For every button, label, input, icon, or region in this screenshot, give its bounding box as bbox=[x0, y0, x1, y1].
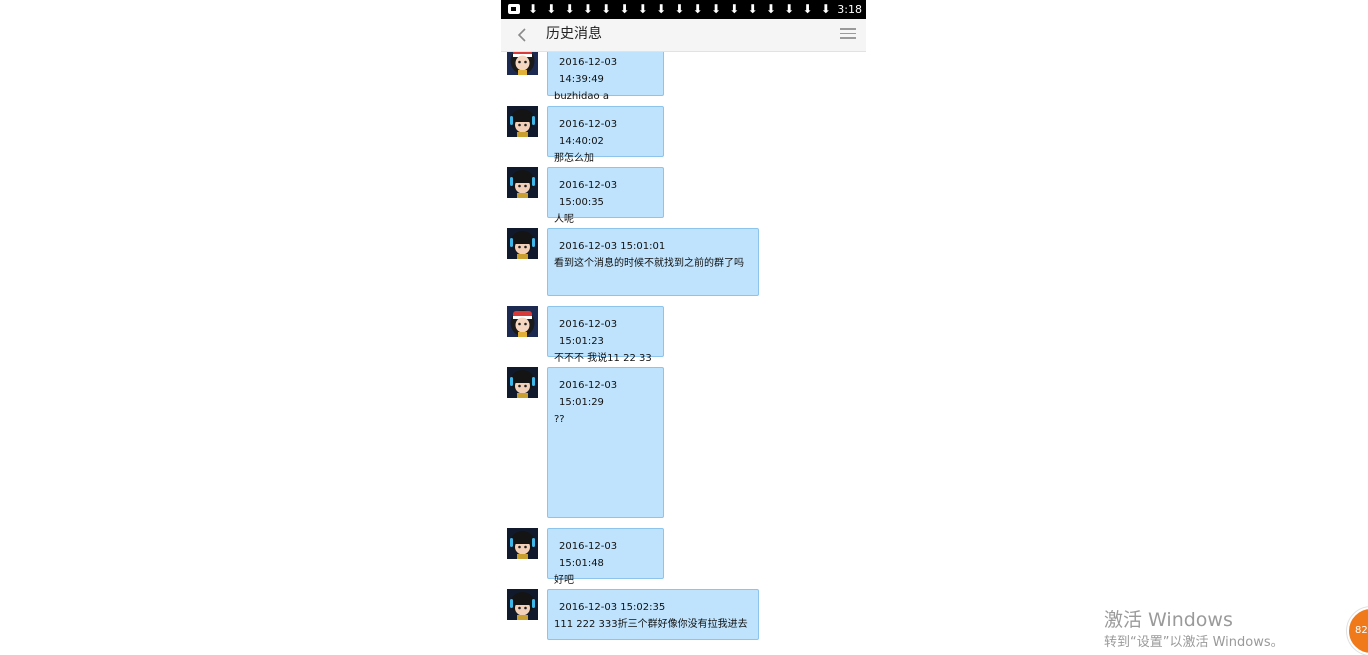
status-bar: ⬇ ⬇ ⬇ ⬇ ⬇ ⬇ ⬇ ⬇ ⬇ ⬇ ⬇ ⬇ ⬇ ⬇ ⬇ ⬇ ⬇ 3:18 bbox=[501, 0, 866, 19]
floating-badge-button[interactable]: 82 bbox=[1347, 607, 1368, 655]
message-text: ?? bbox=[554, 414, 565, 425]
message-text: 看到这个消息的时候不就找到之前的群了吗 bbox=[554, 258, 744, 269]
download-icon: ⬇ bbox=[765, 2, 776, 16]
download-icon: ⬇ bbox=[820, 2, 831, 16]
message-timestamp: 2016-12-03 15:02:35 bbox=[559, 602, 666, 613]
page-title: 历史消息 bbox=[546, 26, 602, 42]
notification-icon bbox=[508, 4, 520, 14]
message-bubble[interactable]: 2016-12-03 15:00:35 人呢 bbox=[547, 167, 664, 225]
watermark-title: 激活 Windows bbox=[1104, 609, 1233, 631]
download-icon: ⬇ bbox=[637, 2, 648, 16]
windows-activation-watermark: 激活 Windows 转到“设置”以激活 Windows。 bbox=[1104, 607, 1284, 653]
boy-avatar[interactable] bbox=[507, 228, 538, 259]
message-bubble[interactable]: 2016-12-03 15:01:23 不不不 我说11 22 33 bbox=[547, 306, 664, 364]
message-text: 不不不 我说11 22 33 bbox=[554, 353, 652, 364]
message-timestamp: 2016-12-03 15:01:01 bbox=[559, 241, 666, 252]
watermark-subtitle: 转到“设置”以激活 Windows。 bbox=[1104, 635, 1284, 650]
message-timestamp: 2016-12-03 14:40:02 bbox=[559, 119, 618, 147]
boy-avatar[interactable] bbox=[507, 528, 538, 559]
download-icon: ⬇ bbox=[747, 2, 758, 16]
boy-avatar[interactable] bbox=[507, 589, 538, 620]
download-icon: ⬇ bbox=[546, 2, 557, 16]
download-icon: ⬇ bbox=[601, 2, 612, 16]
message-timestamp: 2016-12-03 15:01:29 bbox=[559, 380, 618, 408]
boy-avatar[interactable] bbox=[507, 167, 538, 198]
download-icon: ⬇ bbox=[619, 2, 630, 16]
message-bubble[interactable]: 2016-12-03 15:02:35 111 222 333折三个群好像你没有… bbox=[547, 589, 759, 640]
message-text: 好吧 bbox=[554, 575, 574, 586]
download-icon: ⬇ bbox=[784, 2, 795, 16]
download-icon: ⬇ bbox=[527, 2, 539, 16]
download-icon: ⬇ bbox=[692, 2, 703, 16]
message-bubble[interactable]: 2016-12-03 15:01:48 好吧 bbox=[547, 528, 664, 586]
message-timestamp: 2016-12-03 15:01:23 bbox=[559, 319, 618, 347]
download-icon: ⬇ bbox=[802, 2, 813, 16]
menu-button[interactable] bbox=[838, 25, 858, 45]
message-bubble[interactable]: 2016-12-03 14:40:02 那怎么加 bbox=[547, 106, 664, 164]
message-list[interactable]: 2016-12-03 14:39:49 buzhidao a 2016-12-0… bbox=[501, 0, 866, 650]
download-icon: ⬇ bbox=[564, 2, 575, 16]
boy-avatar[interactable] bbox=[507, 367, 538, 398]
message-timestamp: 2016-12-03 14:39:49 bbox=[559, 57, 618, 85]
message-bubble[interactable]: 2016-12-03 15:01:01 看到这个消息的时候不就找到之前的群了吗 bbox=[547, 228, 759, 296]
download-icon: ⬇ bbox=[710, 2, 722, 16]
hamburger-menu-icon bbox=[838, 28, 858, 39]
message-timestamp: 2016-12-03 15:01:48 bbox=[559, 541, 618, 569]
message-text: 人呢 bbox=[554, 214, 574, 225]
download-icon: ⬇ bbox=[656, 2, 667, 16]
message-timestamp: 2016-12-03 15:00:35 bbox=[559, 180, 618, 208]
message-text: 111 222 333折三个群好像你没有拉我进去 bbox=[554, 619, 748, 630]
status-time: 3:18 bbox=[837, 3, 862, 16]
boy-avatar[interactable] bbox=[507, 106, 538, 137]
download-icon: ⬇ bbox=[582, 2, 593, 16]
download-icon: ⬇ bbox=[674, 2, 685, 16]
back-button[interactable] bbox=[511, 23, 535, 47]
message-text: buzhidao a bbox=[554, 91, 609, 102]
girl-avatar[interactable] bbox=[507, 306, 538, 337]
phone-screen: 2016-12-03 14:39:49 buzhidao a 2016-12-0… bbox=[501, 0, 866, 650]
download-icon: ⬇ bbox=[729, 2, 740, 16]
message-bubble[interactable]: 2016-12-03 15:01:29 ?? bbox=[547, 367, 664, 518]
title-bar: 历史消息 bbox=[501, 19, 866, 52]
chevron-left-icon bbox=[517, 28, 526, 42]
message-text: 那怎么加 bbox=[554, 153, 594, 164]
